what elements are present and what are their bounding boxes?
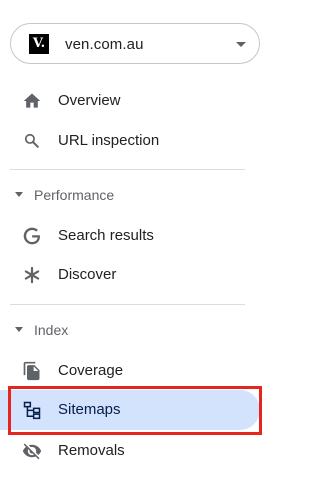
nav-divider xyxy=(10,304,245,305)
caret-down-icon xyxy=(15,327,23,332)
search-icon xyxy=(24,133,39,148)
arrow-drop-down-icon xyxy=(236,42,246,47)
nav-item-sitemaps[interactable]: Sitemaps xyxy=(0,390,260,430)
nav-item-label: URL inspection xyxy=(58,132,160,149)
asterisk-icon xyxy=(24,266,40,284)
site-favicon: V. xyxy=(29,34,49,54)
property-name: ven.com.au xyxy=(65,36,144,53)
section-header-label: Index xyxy=(34,322,69,338)
nav-item-removals[interactable]: Removals xyxy=(0,431,260,471)
nav-item-coverage[interactable]: Coverage xyxy=(0,351,260,391)
nav-item-label: Sitemaps xyxy=(58,401,121,418)
nav-item-label: Removals xyxy=(58,442,125,459)
nav-item-discover[interactable]: Discover xyxy=(0,255,260,295)
nav-item-url-inspection[interactable]: URL inspection xyxy=(0,121,260,161)
google-g-icon xyxy=(23,227,40,245)
section-header-performance[interactable]: Performance xyxy=(0,181,245,211)
home-icon xyxy=(23,93,41,108)
nav-divider xyxy=(10,169,245,170)
nav-item-label: Coverage xyxy=(58,362,124,379)
sitemap-icon xyxy=(23,401,41,420)
property-selector[interactable]: V. ven.com.au xyxy=(10,23,260,64)
visibility-off-icon xyxy=(22,443,42,460)
nav-item-label: Search results xyxy=(58,227,154,244)
caret-down-icon xyxy=(15,192,23,197)
section-header-label: Performance xyxy=(34,187,115,203)
section-header-index[interactable]: Index xyxy=(0,316,245,346)
nav-item-overview[interactable]: Overview xyxy=(0,81,260,121)
nav-item-search-results[interactable]: Search results xyxy=(0,216,260,256)
file-copy-icon xyxy=(23,361,40,381)
nav-item-label: Discover xyxy=(58,266,117,283)
nav-item-label: Overview xyxy=(58,92,121,109)
